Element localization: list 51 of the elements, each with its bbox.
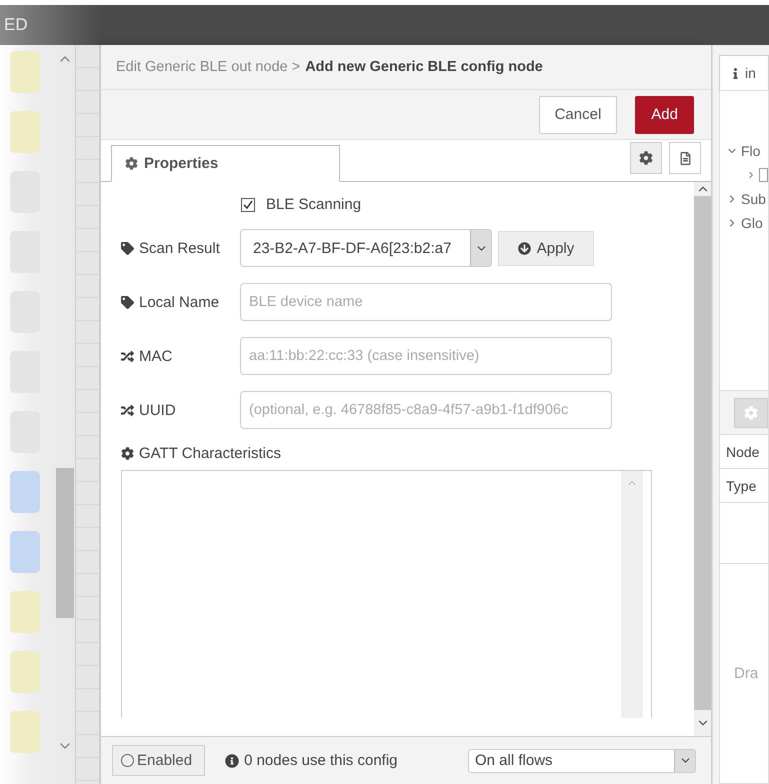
tree-item[interactable]: Flo bbox=[720, 139, 768, 163]
settings-button[interactable] bbox=[630, 142, 662, 174]
document-icon bbox=[678, 152, 692, 164]
palette-node[interactable] bbox=[10, 531, 40, 573]
properties-tab[interactable]: Properties bbox=[111, 145, 340, 182]
field-label: GATT Characteristics bbox=[139, 445, 281, 462]
gear-icon bbox=[744, 406, 758, 420]
palette-node[interactable] bbox=[10, 111, 40, 153]
scan-result-select[interactable]: 23-B2-A7-BF-DF-A6[23:b2:a7 bbox=[240, 229, 492, 267]
palette-node[interactable] bbox=[10, 51, 40, 93]
field-label: Local Name bbox=[139, 294, 220, 310]
add-button[interactable]: Add bbox=[635, 96, 694, 134]
apply-button[interactable]: Apply bbox=[498, 230, 594, 266]
shuffle-icon bbox=[121, 350, 134, 362]
field-label: MAC bbox=[139, 348, 172, 364]
gear-icon bbox=[125, 157, 138, 170]
info-icon bbox=[225, 754, 240, 768]
enabled-toggle[interactable]: Enabled bbox=[112, 745, 206, 776]
text-area[interactable] bbox=[121, 470, 652, 718]
cancel-button[interactable]: Cancel bbox=[538, 96, 618, 134]
palette-node[interactable] bbox=[10, 471, 40, 513]
gear-icon bbox=[639, 151, 653, 165]
palette-node[interactable] bbox=[10, 591, 40, 633]
app-title: ED bbox=[4, 15, 28, 35]
download-icon bbox=[518, 242, 531, 254]
drag-hint: Dra bbox=[720, 563, 768, 783]
scrollbar-thumb[interactable] bbox=[56, 468, 74, 618]
checkbox[interactable] bbox=[241, 198, 255, 212]
shuffle-icon bbox=[121, 404, 134, 416]
scope-select[interactable]: On all flows bbox=[468, 748, 696, 772]
field-label: UUID bbox=[139, 402, 176, 418]
tree-item[interactable]: Glo bbox=[720, 211, 768, 235]
flow-icon bbox=[759, 168, 768, 182]
checkbox-label: BLE Scanning bbox=[266, 196, 362, 213]
input-field[interactable]: aa:11:bb:22:cc:33 (case insensitive) bbox=[240, 337, 612, 375]
tree-item[interactable]: Sub bbox=[720, 187, 768, 211]
input-field[interactable]: BLE device name bbox=[240, 283, 612, 321]
palette-node[interactable] bbox=[10, 711, 40, 753]
tag-icon bbox=[121, 296, 134, 308]
field-label: Scan Result bbox=[139, 240, 220, 256]
input-field[interactable]: (optional, e.g. 46788f85-c8a9-4f57-a9b1-f1df906c bbox=[240, 391, 612, 429]
scrollbar-thumb[interactable] bbox=[694, 196, 711, 710]
description-button[interactable] bbox=[669, 142, 701, 174]
property-row: Type bbox=[720, 469, 768, 503]
property-row: Node bbox=[720, 435, 768, 469]
palette-node[interactable] bbox=[10, 651, 40, 693]
dialog-title: Add new Generic BLE config node bbox=[305, 59, 543, 75]
usage-text: 0 nodes use this config bbox=[244, 752, 398, 769]
gear-icon bbox=[121, 447, 134, 460]
info-tab[interactable]: in bbox=[719, 55, 769, 90]
tag-icon bbox=[121, 242, 134, 254]
